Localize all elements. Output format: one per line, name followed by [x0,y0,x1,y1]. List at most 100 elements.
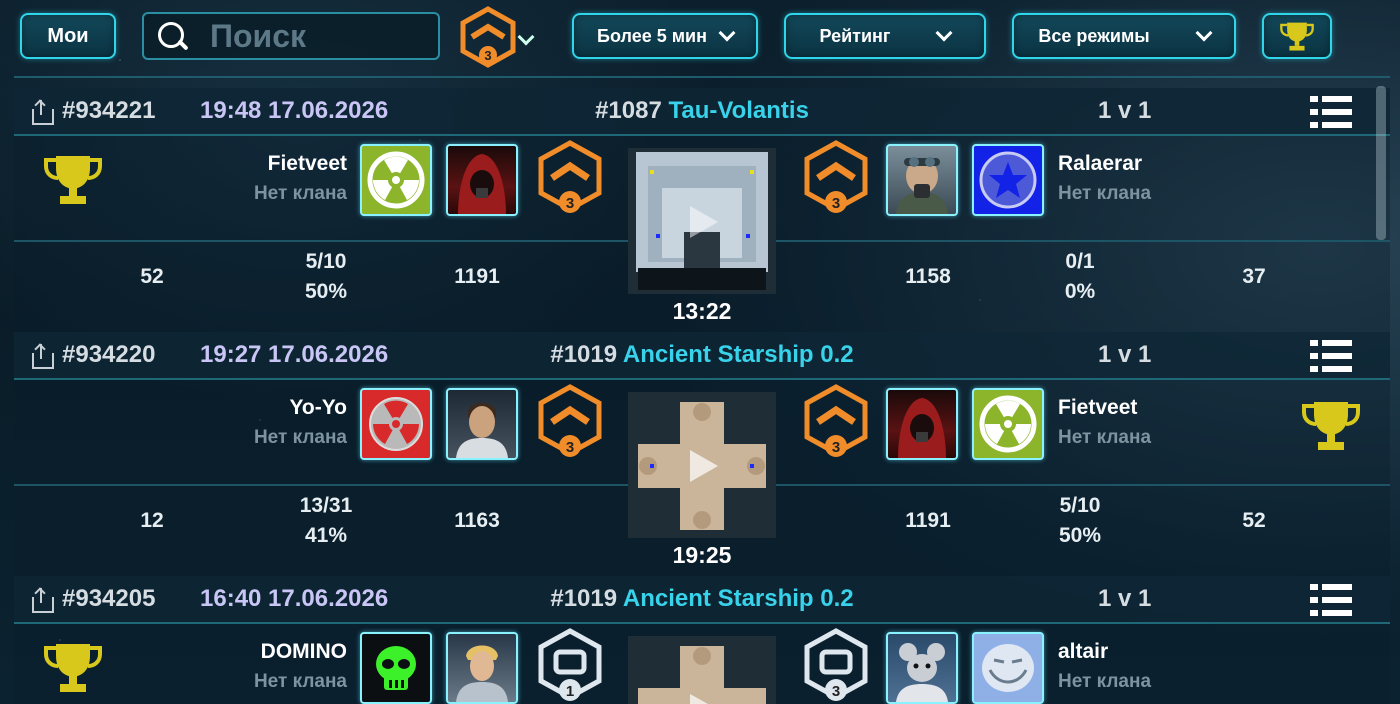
player-left-clan: Нет клана [253,427,347,448]
match-card[interactable]: #934221 19:48 17.06.2026 #1087 Tau-Volan… [14,88,1390,332]
map-preview-image [628,636,776,704]
player-left-name[interactable]: Yo-Yo [289,396,347,420]
player-left-rating: 1163 [454,509,500,532]
chevron-down-icon [1195,24,1213,42]
match-card[interactable]: #934220 19:27 17.06.2026 #1019 Ancient S… [14,332,1390,576]
player-right-rating: 1158 [905,265,951,288]
player-left-name[interactable]: Fietveet [268,152,347,176]
match-mode: 1 v 1 [1098,585,1152,612]
radiation-icon [369,397,423,451]
player-right-clan: Нет клана [1058,183,1152,204]
match-card[interactable]: #934205 16:40 17.06.2026 #1019 Ancient S… [14,576,1390,704]
player-left-games: 5/10 [305,250,347,273]
my-matches-button[interactable]: Мои [20,13,116,59]
pilot-with-goggles-avatar [896,157,948,214]
mode-filter-dropdown[interactable]: Все режимы [1012,13,1236,59]
chevron-down-icon [718,24,736,42]
svg-text:3: 3 [832,683,840,700]
rat-in-armor-avatar [896,643,948,702]
map-number: #1019 [550,341,618,368]
rank-filter-level: 3 [484,48,491,63]
hooded-figure-avatar [898,398,946,458]
svg-text:3: 3 [566,195,574,212]
player-right-clan: Нет клана [1058,427,1152,448]
player-left-emblem[interactable] [360,144,432,216]
type-filter-dropdown[interactable]: Рейтинг [784,13,986,59]
type-filter-label: Рейтинг [819,25,891,46]
player-right-clan: Нет клана [1058,671,1152,692]
divider [14,76,1390,78]
map-name[interactable]: Ancient Starship 0.2 [623,341,854,368]
map-name[interactable]: Ancient Starship 0.2 [623,585,854,612]
player-left-winrate: 41% [304,524,348,547]
details-list-icon[interactable] [1310,584,1352,616]
map-preview-image [628,392,776,538]
player-left-avatar[interactable] [446,144,518,216]
skull-icon [376,646,416,690]
player-left-rank-icon: 1 [538,628,602,701]
winner-trophy-icon [44,644,102,692]
player-left-winrate: 50% [304,280,348,303]
map-number: #1087 [595,97,662,124]
player-left-rank-icon: 3 [538,384,602,457]
map-title: #1087 Tau-Volantis [14,97,1390,125]
map-preview[interactable] [628,636,776,704]
hooded-figure-avatar [458,154,506,214]
player-left-rating: 1191 [454,265,500,288]
player-right-emblem[interactable] [972,388,1044,460]
player-left-emblem[interactable] [360,388,432,460]
rank-filter-dropdown[interactable]: 3 [458,6,538,68]
player-left-avatar[interactable] [446,388,518,460]
player-right-winrate: 0% [1064,280,1096,303]
rank-badge-icon: 3 [460,6,516,68]
trollface-icon [982,644,1034,692]
trophy-filter-button[interactable] [1262,13,1332,59]
player-right-avatar[interactable] [886,632,958,704]
search-placeholder: Поиск [210,17,307,54]
player-right-emblem[interactable] [972,632,1044,704]
player-right-avatar[interactable] [886,388,958,460]
details-list-icon[interactable] [1310,96,1352,128]
match-mode: 1 v 1 [1098,341,1152,368]
match-mode: 1 v 1 [1098,97,1152,124]
player-right-rank-icon: 3 [804,140,868,213]
duration-filter-label: Более 5 мин [597,25,707,46]
radiation-icon [979,395,1037,453]
duration-filter-dropdown[interactable]: Более 5 мин [572,13,758,59]
map-preview[interactable] [628,148,776,294]
details-list-icon[interactable] [1310,340,1352,372]
match-header: #934220 19:27 17.06.2026 #1019 Ancient S… [14,332,1390,380]
blond-astronaut-avatar [456,645,508,702]
player-right-emblem[interactable] [972,144,1044,216]
star-icon [979,151,1037,209]
match-header: #934205 16:40 17.06.2026 #1019 Ancient S… [14,576,1390,624]
player-right-name[interactable]: Ralaerar [1058,152,1142,176]
player-left-name[interactable]: DOMINO [261,640,347,664]
map-preview-image [628,148,776,294]
player-right-rating: 1191 [905,509,951,532]
scrollbar[interactable] [1376,86,1386,240]
player-right-games: 0/1 [1065,250,1095,273]
man-portrait-avatar [456,403,508,458]
match-duration: 19:25 [672,542,732,568]
map-title: #1019 Ancient Starship 0.2 [14,341,1390,369]
player-left-clan: Нет клана [253,183,347,204]
player-right-name[interactable]: altair [1058,640,1108,664]
player-right-winrate: 50% [1058,524,1102,547]
player-right-name[interactable]: Fietveet [1058,396,1137,420]
player-left-avatar[interactable] [446,632,518,704]
map-number: #1019 [550,585,618,612]
player-right-level: 37 [1242,265,1266,288]
map-title: #1019 Ancient Starship 0.2 [14,585,1390,613]
player-right-games: 5/10 [1059,494,1101,517]
player-right-rank-icon: 3 [804,384,868,457]
search-field[interactable]: Поиск [142,12,440,60]
radiation-icon [367,151,425,209]
player-left-emblem[interactable] [360,632,432,704]
trophy-icon [1280,22,1314,51]
map-name[interactable]: Tau-Volantis [668,97,808,124]
search-icon [152,17,190,55]
svg-text:3: 3 [832,195,840,212]
map-preview[interactable] [628,392,776,538]
player-right-avatar[interactable] [886,144,958,216]
